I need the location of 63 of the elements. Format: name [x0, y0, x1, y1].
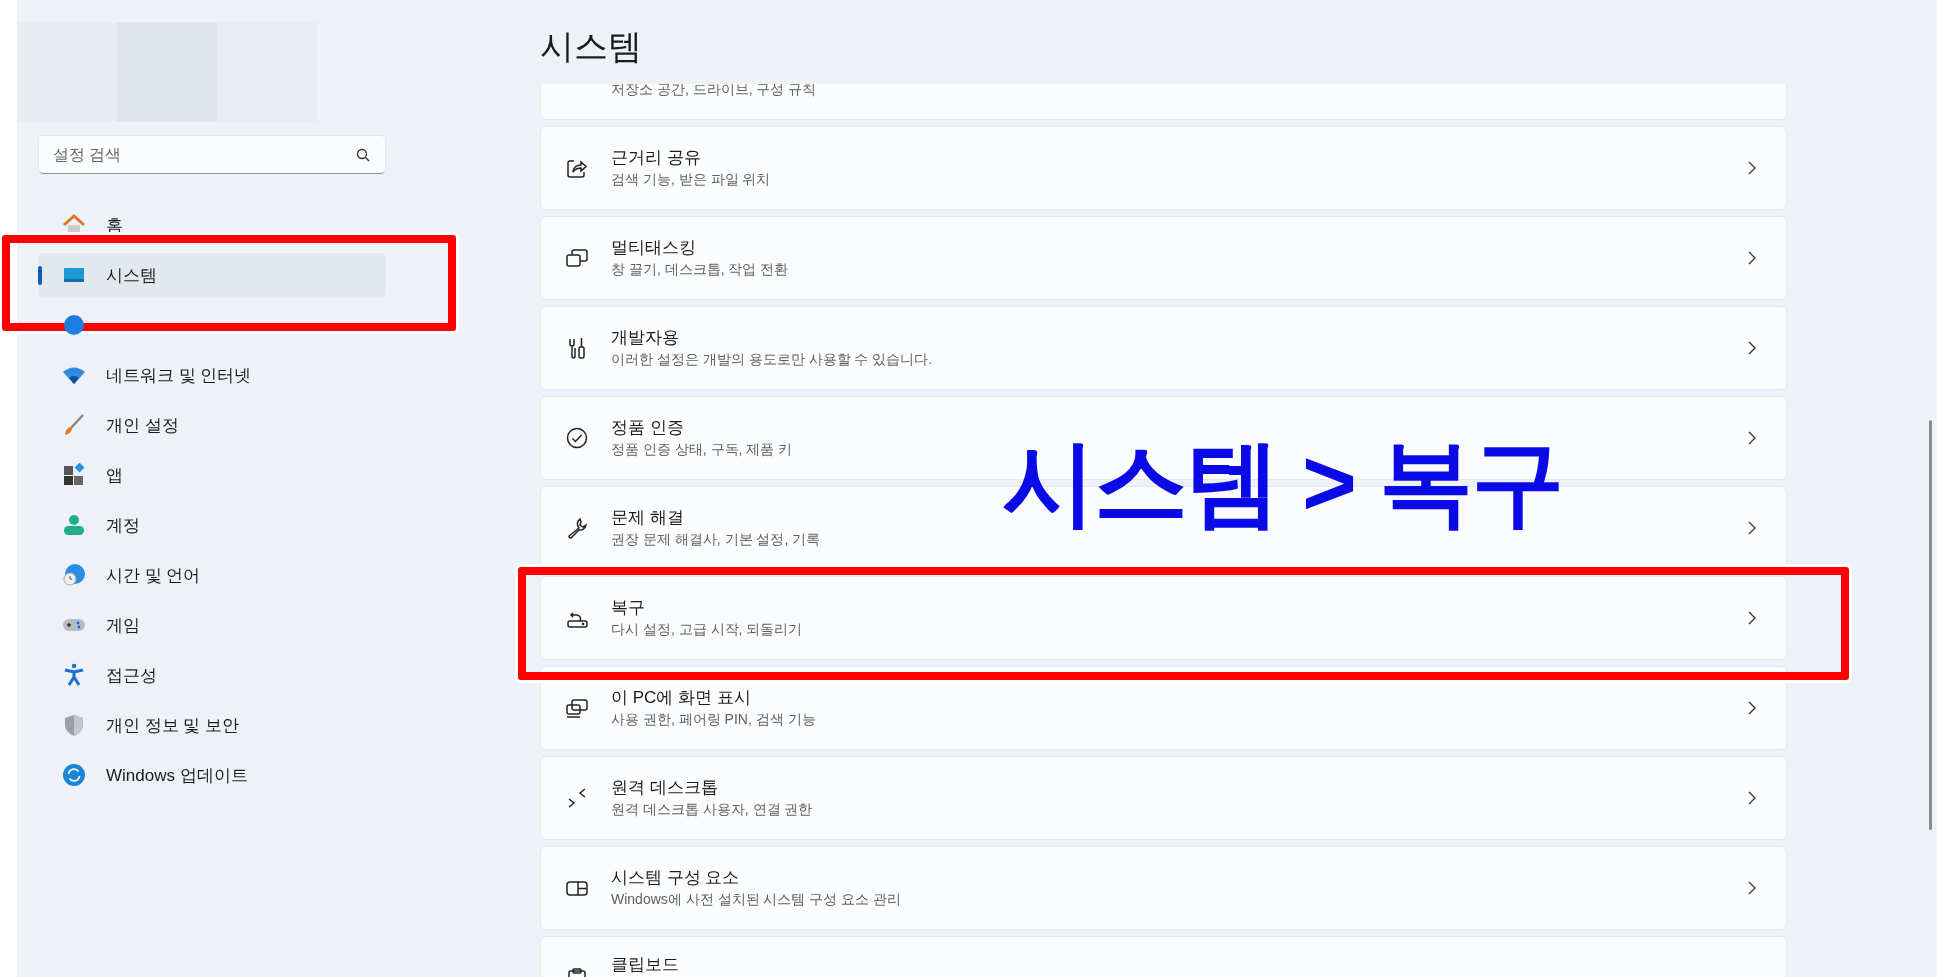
- card-description: 이러한 설정은 개발의 용도로만 사용할 수 있습니다.: [611, 350, 934, 369]
- privacy-icon: [62, 713, 86, 737]
- card-description: 검색 기능, 받은 파일 위치: [611, 170, 772, 189]
- chevron-right-icon: [1748, 611, 1756, 625]
- nav-item[interactable]: 게임: [38, 611, 386, 639]
- time-icon: [62, 563, 86, 587]
- troubleshoot-icon: [565, 516, 589, 540]
- card-title: 원격 데스크톱: [611, 777, 719, 798]
- card-title: 시스템 구성 요소: [611, 867, 741, 888]
- card-title: 멀티태스킹: [611, 237, 697, 258]
- nav-item[interactable]: 앱: [38, 461, 386, 489]
- nav-item[interactable]: 계정: [38, 511, 386, 539]
- card-description: Windows에 사전 설치된 시스템 구성 요소 관리: [611, 890, 903, 909]
- activation-icon: [565, 426, 589, 450]
- card-title: 복구: [611, 597, 646, 618]
- card-description: 저장소 공간, 드라이브, 구성 규칙: [611, 84, 818, 99]
- nav-item[interactable]: 접근성: [38, 661, 386, 689]
- chevron-right-icon: [1748, 521, 1756, 535]
- chevron-right-icon: [1748, 341, 1756, 355]
- nav-item[interactable]: 시스템: [38, 252, 386, 298]
- nav-item[interactable]: 개인 설정: [38, 411, 386, 439]
- apps-icon: [62, 463, 86, 487]
- card-description: 원격 데스크톱 사용자, 연결 권한: [611, 800, 814, 819]
- card-description: 다시 설정, 고급 시작, 되돌리기: [611, 620, 804, 639]
- scrollbar[interactable]: [1929, 420, 1932, 830]
- settings-card[interactable]: 복구 다시 설정, 고급 시작, 되돌리기: [540, 576, 1787, 660]
- chevron-right-icon: [1748, 881, 1756, 895]
- multitask-icon: [565, 246, 589, 270]
- update-icon: [62, 763, 86, 787]
- chevron-right-icon: [1748, 431, 1756, 445]
- bluetooth-icon: [62, 313, 86, 337]
- search-icon: [356, 148, 370, 162]
- nav-item[interactable]: 시간 및 언어: [38, 561, 386, 589]
- chevron-right-icon: [1748, 791, 1756, 805]
- settings-card[interactable]: 원격 데스크톱 원격 데스크톱 사용자, 연결 권한: [540, 756, 1787, 840]
- search-field[interactable]: 설정 검색: [38, 135, 386, 174]
- account-icon: [62, 513, 86, 537]
- settings-card[interactable]: 시스템 구성 요소 Windows에 사전 설치된 시스템 구성 요소 관리: [540, 846, 1787, 930]
- settings-card[interactable]: 클립보드: [540, 936, 1787, 977]
- accessibility-icon: [62, 663, 86, 687]
- chevron-right-icon: [1748, 251, 1756, 265]
- card-title: 이 PC에 화면 표시: [611, 687, 752, 708]
- card-title: 정품 인증: [611, 417, 685, 438]
- card-title: 개발자용: [611, 327, 680, 348]
- card-title: 문제 해결: [611, 507, 685, 528]
- card-title: 클립보드: [611, 955, 680, 975]
- personalize-icon: [62, 413, 86, 437]
- nav-item[interactable]: 개인 정보 및 보안: [38, 711, 386, 739]
- settings-card[interactable]: 근거리 공유 검색 기능, 받은 파일 위치: [540, 126, 1787, 210]
- page-title: 시스템: [540, 26, 643, 67]
- card-description: 사용 권한, 페어링 PIN, 검색 기능: [611, 710, 817, 729]
- settings-card[interactable]: 저장소 공간, 드라이브, 구성 규칙: [540, 84, 1787, 120]
- settings-card[interactable]: 멀티태스킹 창 끌기, 데스크톱, 작업 전환: [540, 216, 1787, 300]
- chevron-right-icon: [1748, 161, 1756, 175]
- card-description: 정품 인증 상태, 구독, 제품 키: [611, 440, 794, 459]
- settings-card[interactable]: 개발자용 이러한 설정은 개발의 용도로만 사용할 수 있습니다.: [540, 306, 1787, 390]
- chevron-right-icon: [1748, 701, 1756, 715]
- nav-item[interactable]: Windows 업데이트: [38, 761, 386, 789]
- card-title: 근거리 공유: [611, 147, 702, 168]
- projecting-icon: [565, 696, 589, 720]
- card-description: 창 끌기, 데스크톱, 작업 전환: [611, 260, 790, 279]
- card-description: 권장 문제 해결사, 기본 설정, 기록: [611, 530, 822, 549]
- nav-item[interactable]: 네트워크 및 인터넷: [38, 361, 386, 389]
